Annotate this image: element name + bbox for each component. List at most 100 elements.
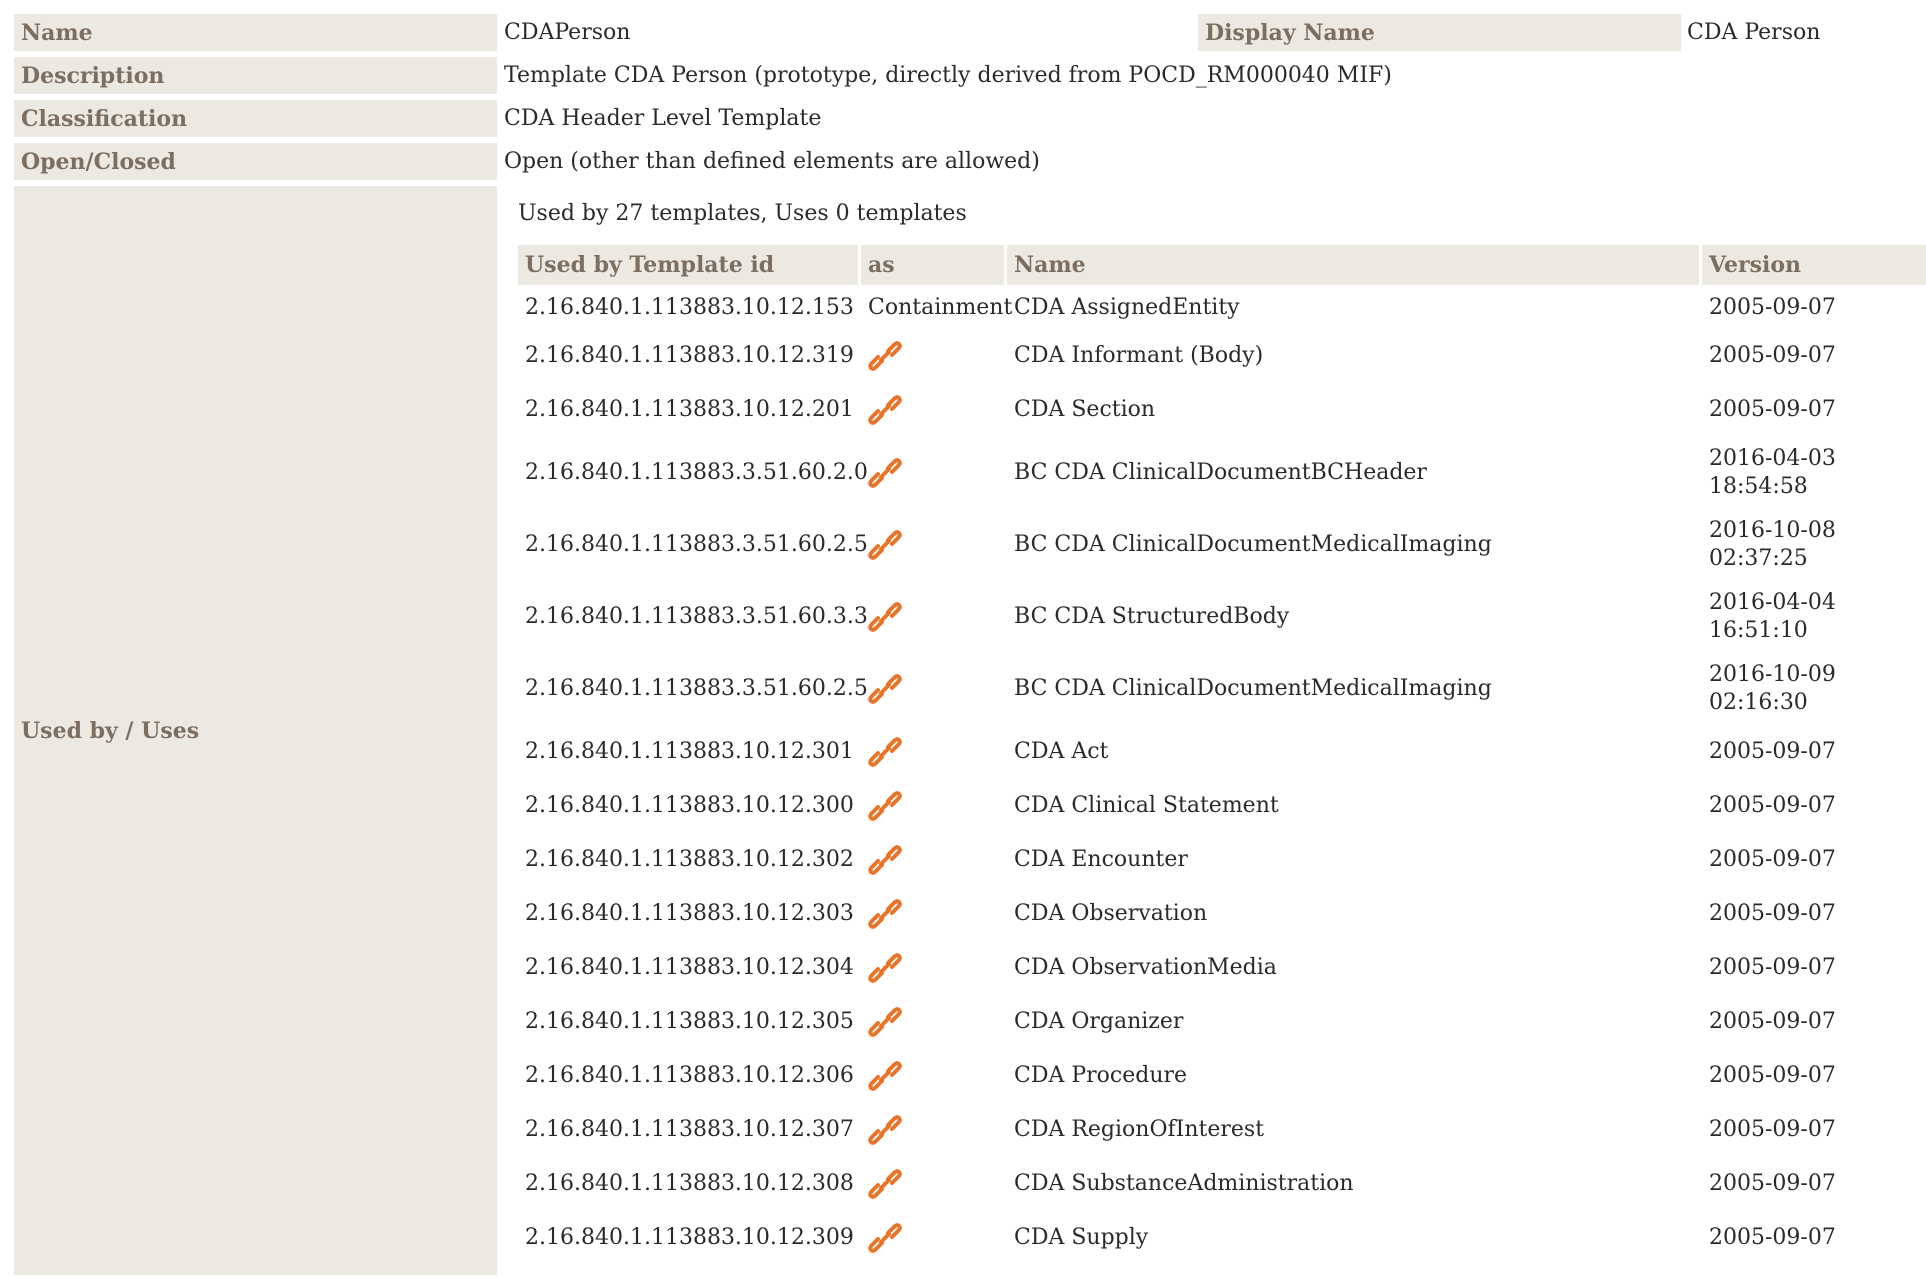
table-row: 2.16.840.1.113883.10.12.307 CDA RegionOfI… [518,1103,1926,1157]
version-cell: 2016-10-08 02:37:25 [1702,509,1926,581]
version-text: 2005-09-07 [1709,847,1836,872]
link-icon[interactable] [861,779,1004,833]
version-text: 2005-09-07 [1709,901,1836,926]
version-cell: 2005-09-07 [1702,725,1926,779]
template-id-cell: 2.16.840.1.113883.10.12.309 [525,1225,854,1250]
link-icon[interactable] [861,995,1004,1049]
version-text: 2005-09-07 [1709,397,1836,422]
link-icon[interactable] [861,833,1004,887]
template-id-cell: 2.16.840.1.113883.3.51.60.2.0 [525,460,868,485]
link-icon[interactable] [861,1049,1004,1103]
template-name-cell: BC CDA ClinicalDocumentMedicalImaging [1014,532,1492,557]
version-cell: 2016-10-09 02:16:30 [1702,653,1926,725]
link-icon[interactable] [861,887,1004,941]
table-row: 2.16.840.1.113883.10.12.301 CDA Act 2005-0… [518,725,1926,779]
template-name-cell: CDA Organizer [1014,1009,1184,1034]
version-text: 2005-09-07 [1709,739,1836,764]
link-icon[interactable] [861,509,1004,581]
display-name-label: Display Name [1198,14,1681,51]
table-row: 2.16.840.1.113883.10.12.300 CDA Clinical … [518,779,1926,833]
table-row: 2.16.840.1.113883.3.51.60.3.3 BC CDA Stru… [518,581,1926,653]
version-text: 2016-10-08 [1709,518,1836,543]
template-name-cell: CDA Procedure [1014,1063,1188,1088]
version-cell: 2005-09-07 [1702,329,1926,383]
template-id-cell: 2.16.840.1.113883.10.12.305 [525,1009,854,1034]
version-cell: 2005-09-07 [1702,995,1926,1049]
template-name-cell: CDA Observation [1014,901,1208,926]
template-name-cell: CDA AssignedEntity [1014,294,1240,320]
table-row: 2.16.840.1.113883.10.12.303 CDA Observati… [518,887,1926,941]
version-cell: 2005-09-07 [1702,286,1926,329]
name-value: CDAPerson [504,20,631,45]
template-id-cell: 2.16.840.1.113883.10.12.300 [525,793,854,818]
relationship-type-cell: Containment [868,294,1013,320]
version-cell: 2005-09-07 [1702,1211,1926,1265]
classification-value: CDA Header Level Template [504,106,822,131]
template-id-cell: 2.16.840.1.113883.10.12.304 [525,955,854,980]
version-text: 02:16:30 [1709,690,1808,715]
version-text: 2005-09-07 [1709,1009,1836,1034]
template-id-cell: 2.16.840.1.113883.3.51.60.2.5 [525,676,868,701]
template-name-cell: CDA RegionOfInterest [1014,1117,1265,1142]
table-row: 2.16.840.1.113883.3.51.60.2.5 BC CDA Clin… [518,509,1926,581]
version-text: 2016-10-09 [1709,662,1836,687]
used-by-uses-label: Used by / Uses [14,186,497,1275]
template-name-cell: CDA Clinical Statement [1014,793,1279,818]
template-name-cell: CDA ObservationMedia [1014,955,1277,980]
version-text: 2005-09-07 [1709,294,1836,320]
description-label: Description [14,57,497,94]
table-row: 2.16.840.1.113883.10.12.153 Containment CD… [518,286,1926,329]
classification-label: Classification [14,100,497,137]
version-text: 02:37:25 [1709,546,1808,571]
table-row: 2.16.840.1.113883.3.51.60.2.0 BC CDA Clin… [518,437,1926,509]
usage-table-header: Used by Template id as Name Version [518,245,1926,285]
template-id-cell: 2.16.840.1.113883.3.51.60.3.3 [525,604,868,629]
version-cell: 2016-04-03 18:54:58 [1702,437,1926,509]
version-text: 2005-09-07 [1709,955,1836,980]
table-row: 2.16.840.1.113883.10.12.304 CDA Observati… [518,941,1926,995]
template-id-cell: 2.16.840.1.113883.10.12.153 [525,294,854,320]
version-text: 2005-09-07 [1709,1171,1836,1196]
table-row: 2.16.840.1.113883.10.12.309 CDA Supply 200… [518,1211,1926,1265]
template-name-cell: CDA Supply [1014,1225,1149,1250]
link-icon[interactable] [861,581,1004,653]
version-cell: 2005-09-07 [1702,833,1926,887]
template-id-cell: 2.16.840.1.113883.10.12.308 [525,1171,854,1196]
open-closed-value: Open (other than defined elements are al… [504,149,1040,174]
template-name-cell: CDA Encounter [1014,847,1188,872]
link-icon[interactable] [861,383,1004,437]
open-closed-label: Open/Closed [14,143,497,180]
template-id-cell: 2.16.840.1.113883.10.12.306 [525,1063,854,1088]
version-text: 2005-09-07 [1709,1063,1836,1088]
template-id-cell: 2.16.840.1.113883.10.12.301 [525,739,854,764]
version-text: 2005-09-07 [1709,793,1836,818]
link-icon[interactable] [861,653,1004,725]
link-icon[interactable] [861,725,1004,779]
version-cell: 2016-04-04 16:51:10 [1702,581,1926,653]
column-header-as: as [861,245,1004,285]
version-cell: 2005-09-07 [1702,887,1926,941]
link-icon[interactable] [861,1157,1004,1211]
version-cell: 2005-09-07 [1702,1157,1926,1211]
column-header-name: Name [1007,245,1699,285]
version-text: 2005-09-07 [1709,1225,1836,1250]
column-header-template-id: Used by Template id [518,245,858,285]
link-icon[interactable] [861,1211,1004,1265]
template-name-cell: CDA Informant (Body) [1014,343,1264,368]
table-row: 2.16.840.1.113883.10.12.302 CDA Encounter… [518,833,1926,887]
template-id-cell: 2.16.840.1.113883.10.12.307 [525,1117,854,1142]
link-icon[interactable] [861,437,1004,509]
template-id-cell: 2.16.840.1.113883.10.12.319 [525,343,854,368]
link-icon[interactable] [861,1103,1004,1157]
link-icon[interactable] [861,941,1004,995]
version-text: 2005-09-07 [1709,343,1836,368]
template-name-cell: CDA Act [1014,739,1109,764]
table-row: 2.16.840.1.113883.10.12.201 CDA Section 20… [518,383,1926,437]
version-cell: 2005-09-07 [1702,1103,1926,1157]
table-row: 2.16.840.1.113883.10.12.308 CDA Substance… [518,1157,1926,1211]
template-id-cell: 2.16.840.1.113883.10.12.302 [525,847,854,872]
link-icon[interactable] [861,329,1004,383]
version-cell: 2005-09-07 [1702,941,1926,995]
column-header-version: Version [1702,245,1926,285]
table-row: 2.16.840.1.113883.10.12.306 CDA Procedure… [518,1049,1926,1103]
